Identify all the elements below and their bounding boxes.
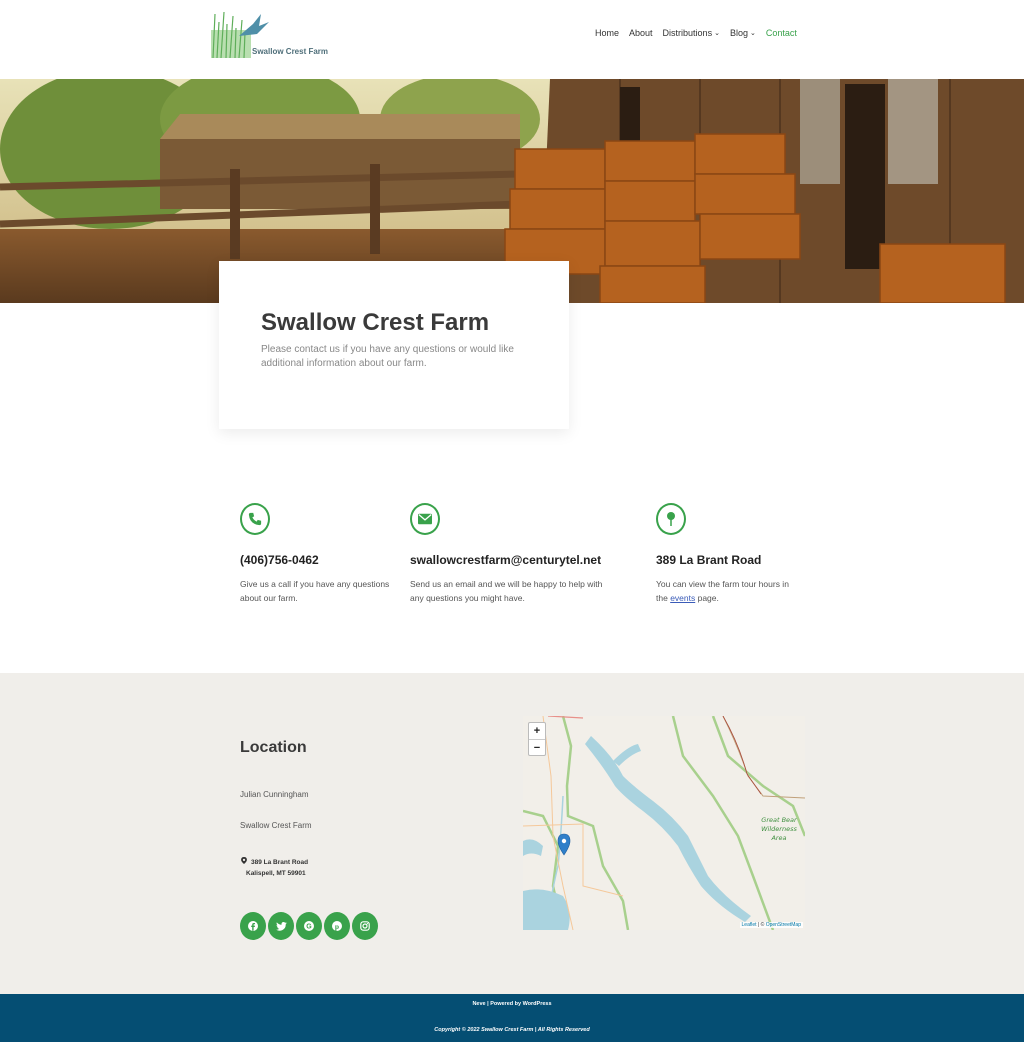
map-attribution: Leaflet | © OpenStreetMap [739, 922, 803, 928]
events-link[interactable]: events [670, 593, 695, 603]
map-marker-icon [241, 857, 251, 868]
location-org: Swallow Crest Farm [240, 821, 312, 830]
location-title: Location [240, 739, 307, 756]
footer-credit[interactable]: Neve | Powered by WordPress [0, 1001, 1024, 1007]
zoom-in-button[interactable]: + [529, 723, 545, 739]
logo-text: Swallow Crest Farm [252, 47, 329, 56]
address-title: 389 La Brant Road [656, 553, 762, 567]
social-links: G p [240, 912, 378, 940]
location-person: Julian Cunningham [240, 790, 309, 799]
nav-about[interactable]: About [629, 28, 653, 38]
chevron-down-icon: ⌄ [714, 30, 720, 37]
map-zoom-controls: + − [528, 722, 546, 756]
phone-number[interactable]: (406)756-0462 [240, 553, 390, 567]
main-nav: Home About Distributions ⌄ Blog ⌄ Contact [595, 28, 797, 38]
instagram-icon[interactable] [352, 912, 378, 940]
zoom-out-button[interactable]: − [529, 739, 545, 755]
location-section [0, 673, 1024, 994]
intro-text: Please contact us if you have any questi… [261, 344, 514, 369]
map-area-label-1: Great Bear [761, 816, 798, 824]
map-area-label-2: Wilderness [761, 825, 797, 833]
address-description: You can view the farm tour hours in the … [656, 579, 789, 603]
feature-phone: (406)756-0462 Give us a call if you have… [240, 503, 390, 605]
feature-address: 389 La Brant Road You can view the farm … [656, 503, 796, 605]
envelope-icon[interactable] [410, 503, 440, 535]
facebook-icon[interactable] [240, 912, 266, 940]
google-icon[interactable]: G [296, 912, 322, 940]
location-address: 389 La Brant Road Kalispell, MT 59901 [241, 857, 308, 879]
intro-card: Swallow Crest Farm Please contact us if … [219, 261, 569, 429]
phone-description: Give us a call if you have any questions… [240, 579, 390, 603]
feature-email: swallowcrestfarm@centurytel.net Send us … [410, 503, 615, 605]
nav-home[interactable]: Home [595, 28, 619, 38]
nav-blog[interactable]: Blog ⌄ [730, 28, 756, 38]
page-title: Swallow Crest Farm [261, 309, 490, 336]
map-tiles: Great Bear Wilderness Area [523, 716, 805, 930]
site-logo[interactable]: Swallow Crest Farm [209, 10, 331, 59]
svg-text:p: p [335, 922, 339, 931]
leaflet-link[interactable]: Leaflet [742, 922, 757, 928]
site-footer: Neve | Powered by WordPress Copyright © … [0, 994, 1024, 1042]
phone-icon[interactable] [240, 503, 270, 535]
location-map[interactable]: Great Bear Wilderness Area + − Leaflet |… [523, 716, 805, 930]
email-description: Send us an email and we will be happy to… [410, 579, 603, 603]
footer-copyright: Copyright © 2022 Swallow Crest Farm | Al… [434, 1027, 590, 1033]
pinterest-icon[interactable]: p [324, 912, 350, 940]
osm-link[interactable]: OpenStreetMap [766, 922, 801, 928]
nav-contact[interactable]: Contact [766, 28, 797, 38]
site-header: Swallow Crest Farm Home About Distributi… [0, 0, 1024, 79]
map-pin-icon[interactable] [656, 503, 686, 535]
map-area-label-3: Area [770, 834, 786, 842]
svg-text:G: G [306, 924, 312, 931]
nav-distributions[interactable]: Distributions ⌄ [663, 28, 720, 38]
chevron-down-icon: ⌄ [749, 30, 756, 37]
email-address[interactable]: swallowcrestfarm@centurytel.net [410, 553, 615, 567]
twitter-icon[interactable] [268, 912, 294, 940]
